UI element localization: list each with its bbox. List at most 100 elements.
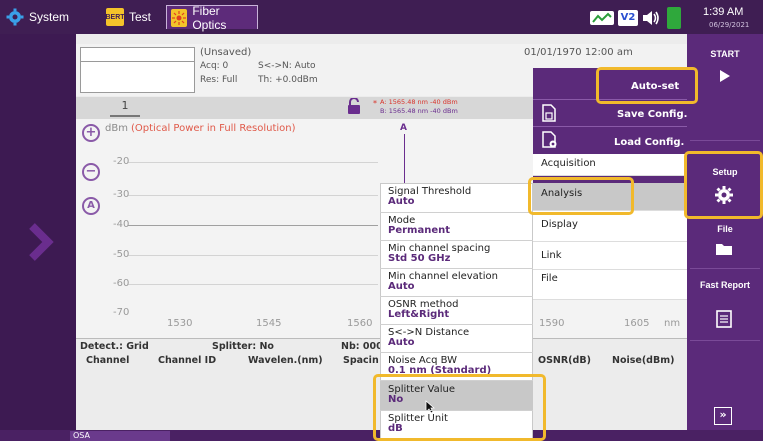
setting-noise-acq-bw[interactable]: Noise Acq BW 0.1 nm (Standard) [380,356,533,376]
lock-open-icon[interactable] [347,97,361,114]
divider [380,268,533,269]
acq-count: Acq: 0 [200,61,229,71]
trace-number[interactable]: 1 [110,99,140,117]
trace-preview-box [80,47,195,62]
divider [690,268,760,269]
y-tick: -70 [113,307,130,318]
battery-icon [667,7,681,29]
gear-icon [6,8,24,26]
menu-acquisition[interactable]: Acquisition [533,154,687,176]
fast-report-label: Fast Report [699,280,750,290]
y-tick: -30 [113,189,130,200]
osa-tab-label: OSA [73,431,90,440]
col-wavelength[interactable]: Wavelen.(nm) [248,355,323,366]
channel-count: Nb: 000 [341,341,383,352]
setting-value: Auto [388,196,415,207]
trace-line [128,225,378,226]
menu-link-label: Link [541,250,562,261]
marker-a-readout: A: 1565.48 nm -40 dBm [380,98,458,106]
load-config-button[interactable]: Load Config. [614,137,684,148]
menu-display-label: Display [541,219,578,230]
menu-file-label: File [541,273,558,284]
clock-date: 06/29/2021 [709,21,750,29]
tab-test-label: Test [129,10,152,24]
start-label: START [710,49,740,59]
zoom-in-icon[interactable]: + [82,124,100,142]
tab-fiber-label: Fiber Optics [192,3,227,32]
divider [380,240,533,241]
col-osnr[interactable]: OSNR(dB) [538,355,591,366]
play-icon[interactable] [715,68,735,84]
divider [380,352,533,353]
clock-time: 1:39 AM [703,6,744,18]
menu-file[interactable]: File [533,270,687,300]
setting-value: Std 50 GHz [388,253,451,264]
expand-chevron-icon[interactable] [26,222,56,262]
detect-mode: Detect.: Grid [80,341,149,352]
load-config-icon[interactable] [541,131,559,149]
x-tick: 1605 [624,318,650,329]
setting-value: Auto [388,281,415,292]
marker-star: * [373,99,377,108]
gridline [128,255,378,256]
report-icon[interactable] [716,310,732,328]
x-tick: 1545 [256,318,282,329]
y-tick: -40 [113,219,130,230]
bert-icon: BERT [105,8,125,26]
divider [690,140,760,141]
splitter-status: Splitter: No [212,341,274,352]
y-tick: -50 [113,249,130,260]
highlight-autoset [596,67,698,104]
col-channel-id[interactable]: Channel ID [158,355,216,366]
setting-value: Auto [388,337,415,348]
setting-mode[interactable]: Mode Permanent [380,216,533,236]
x-tick: 1590 [539,318,565,329]
auto-zoom-icon[interactable]: A [82,197,100,215]
col-spacing[interactable]: Spacin [343,355,379,366]
marker-b-readout: B: 1565.48 nm -40 dBm [380,107,458,115]
setting-value: Permanent [388,225,451,236]
trace-preview-box-2 [80,62,195,93]
x-axis-unit: nm [664,318,681,329]
divider [533,126,687,127]
double-chevron-right-icon[interactable]: » [714,407,732,425]
save-config-icon[interactable] [541,104,557,122]
y-tick: -20 [113,156,130,167]
divider [380,296,533,297]
setting-value: Left&Right [388,309,450,320]
zoom-out-icon[interactable]: − [82,163,100,181]
save-config-button[interactable]: Save Config. [617,109,687,120]
marker-a-label: A [400,123,407,133]
menu-acquisition-label: Acquisition [541,158,596,169]
setting-min-channel-spacing[interactable]: Min channel spacing Std 50 GHz [380,244,533,264]
divider [690,340,760,341]
resolution: Res: Full [200,75,238,85]
divider [380,212,533,213]
tab-system-label: System [29,10,70,24]
acquisition-datetime: 01/01/1970 12:00 am [524,47,633,58]
gridline [128,284,378,285]
x-tick: 1560 [347,318,373,329]
y-tick: -60 [113,278,130,289]
col-noise[interactable]: Noise(dBm) [612,355,674,366]
tab-test[interactable]: BERT Test [105,5,152,29]
col-channel[interactable]: Channel [86,355,129,366]
threshold: Th: +0.0dBm [258,75,318,85]
v2-badge: V2 [618,10,638,26]
divider [380,324,533,325]
tab-fiber-optics[interactable]: Fiber Optics [166,3,258,32]
osa-tab[interactable]: OSA [70,431,170,441]
setting-signal-threshold[interactable]: Signal Threshold Auto [380,187,533,207]
gridline [128,162,378,163]
setting-min-channel-elevation[interactable]: Min channel elevation Auto [380,272,533,292]
folder-icon[interactable] [715,241,733,257]
speaker-icon[interactable] [641,9,661,27]
tab-system[interactable]: System [6,5,69,29]
menu-link[interactable]: Link [533,241,687,270]
setting-sn-distance[interactable]: S<->N Distance Auto [380,328,533,348]
file-label: File [717,224,733,234]
menu-display[interactable]: Display [533,211,687,241]
highlight-analysis [528,177,634,215]
setting-osnr-method[interactable]: OSNR method Left&Right [380,300,533,320]
highlight-splitter [373,374,546,441]
